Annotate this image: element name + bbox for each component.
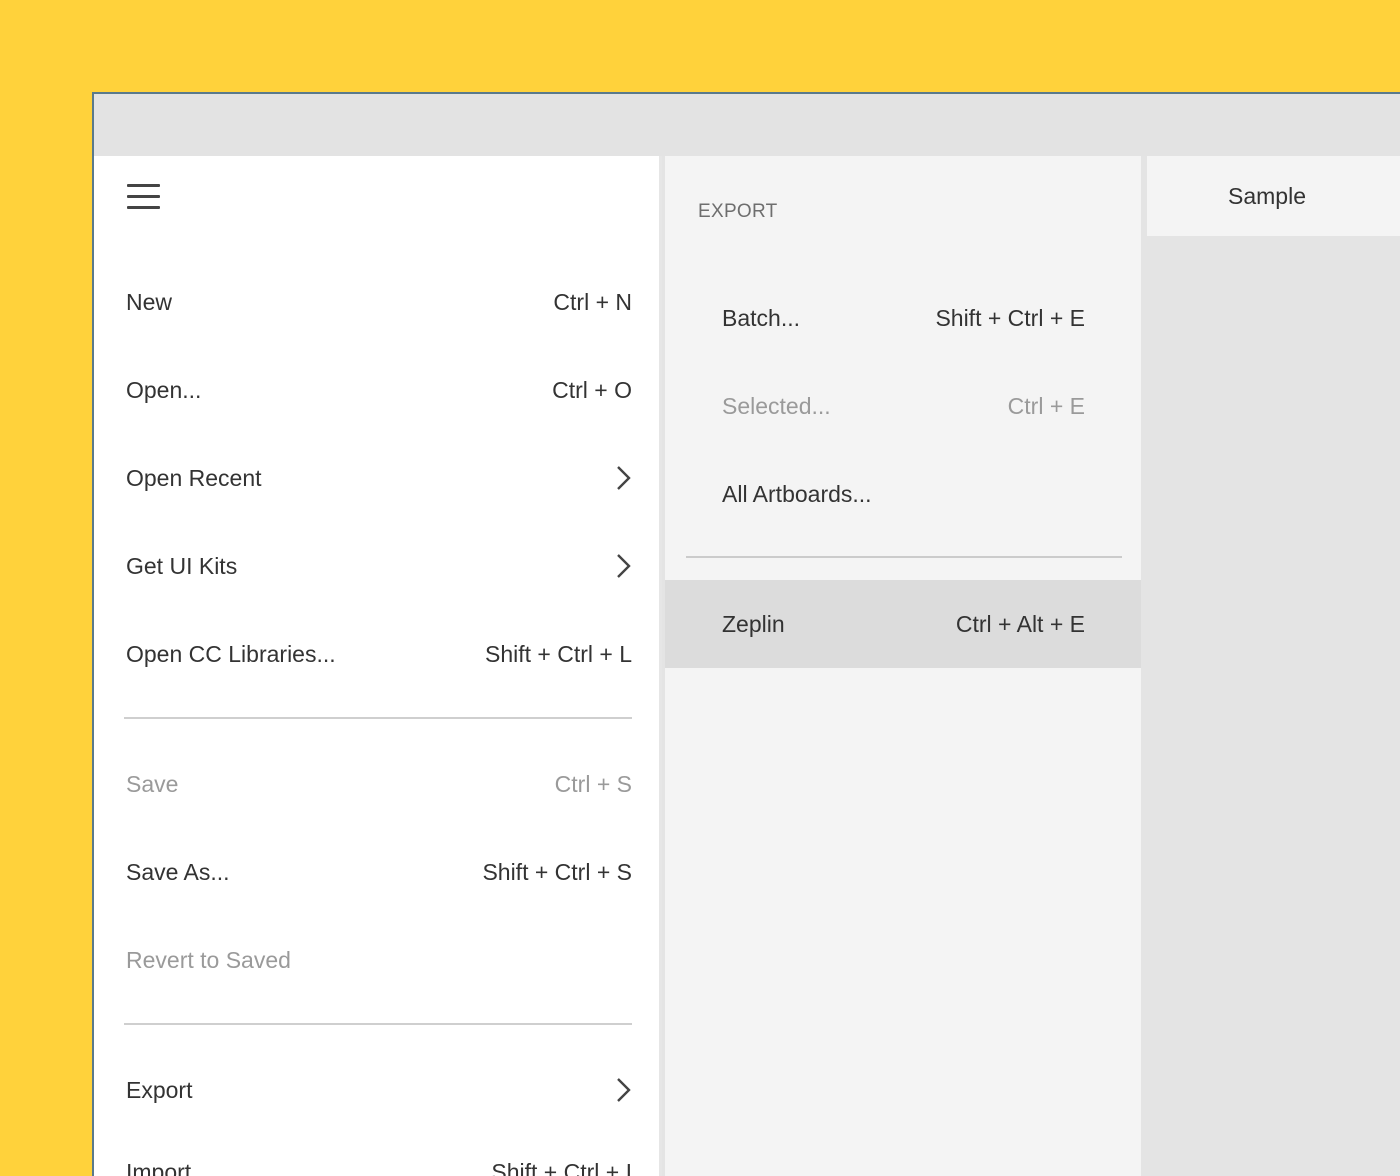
chevron-right-icon xyxy=(610,464,632,492)
menu-item-label: Open CC Libraries... xyxy=(126,640,336,667)
export-item-zeplin[interactable]: Zeplin Ctrl + Alt + E xyxy=(665,580,1141,668)
export-item-shortcut: Ctrl + E xyxy=(1007,392,1085,419)
menu-item-open[interactable]: Open... Ctrl + O xyxy=(126,360,632,420)
menu-item-label: Save As... xyxy=(126,858,230,885)
export-divider xyxy=(686,556,1122,558)
export-item-selected[interactable]: Selected... Ctrl + E xyxy=(665,362,1141,450)
export-item-all-artboards[interactable]: All Artboards... xyxy=(665,450,1141,538)
menu-item-shortcut: Ctrl + N xyxy=(553,288,632,315)
menu-item-label: Export xyxy=(126,1076,193,1103)
menu-item-shortcut: Shift + Ctrl + S xyxy=(482,858,632,885)
export-item-shortcut: Ctrl + Alt + E xyxy=(955,610,1085,637)
menu-item-import[interactable]: Import Shift + Ctrl + I xyxy=(126,1142,632,1176)
menu-item-label: Save xyxy=(126,770,179,797)
export-item-label: All Artboards... xyxy=(722,480,872,507)
menu-item-label: Import xyxy=(126,1158,192,1176)
menu-item-new[interactable]: New Ctrl + N xyxy=(126,272,632,332)
export-item-label: Zeplin xyxy=(722,610,785,637)
tab-sample[interactable]: Sample xyxy=(1147,156,1400,236)
menu-item-label: Get UI Kits xyxy=(126,552,238,579)
menu-item-save[interactable]: Save Ctrl + S xyxy=(126,754,632,814)
menu-item-label: New xyxy=(126,288,173,315)
main-menu-panel: New Ctrl + N Open... Ctrl + O Open Recen… xyxy=(94,156,662,1176)
app-window: New Ctrl + N Open... Ctrl + O Open Recen… xyxy=(92,92,1400,1176)
menu-item-save-as[interactable]: Save As... Shift + Ctrl + S xyxy=(126,842,632,902)
hamburger-menu-icon[interactable] xyxy=(127,184,161,210)
tab-label: Sample xyxy=(1228,182,1306,209)
menu-item-shortcut: Ctrl + O xyxy=(552,376,632,403)
export-item-label: Batch... xyxy=(722,304,800,331)
menu-item-shortcut: Ctrl + S xyxy=(554,770,632,797)
canvas-area: Sample xyxy=(1144,156,1400,1176)
menu-item-get-ui-kits[interactable]: Get UI Kits xyxy=(126,536,632,596)
menu-item-open-recent[interactable]: Open Recent xyxy=(126,448,632,508)
menu-item-label: Open... xyxy=(126,376,202,403)
menu-divider xyxy=(124,717,632,719)
chevron-right-icon xyxy=(610,552,632,580)
menu-item-shortcut: Shift + Ctrl + I xyxy=(491,1158,632,1176)
menu-item-open-cc-libraries[interactable]: Open CC Libraries... Shift + Ctrl + L xyxy=(126,624,632,684)
menu-item-export[interactable]: Export xyxy=(126,1060,632,1120)
export-submenu-header: EXPORT xyxy=(698,201,778,222)
menu-item-label: Open Recent xyxy=(126,464,262,491)
export-submenu-panel: EXPORT Batch... Shift + Ctrl + E Selecte… xyxy=(665,156,1141,1176)
menu-item-label: Revert to Saved xyxy=(126,946,291,973)
export-item-label: Selected... xyxy=(722,392,831,419)
export-item-shortcut: Shift + Ctrl + E xyxy=(935,304,1085,331)
menu-divider xyxy=(124,1023,632,1025)
menu-item-revert-to-saved[interactable]: Revert to Saved xyxy=(126,930,632,990)
export-item-batch[interactable]: Batch... Shift + Ctrl + E xyxy=(665,274,1141,362)
chevron-right-icon xyxy=(610,1076,632,1104)
title-bar xyxy=(94,94,1400,156)
menu-item-shortcut: Shift + Ctrl + L xyxy=(484,640,632,667)
